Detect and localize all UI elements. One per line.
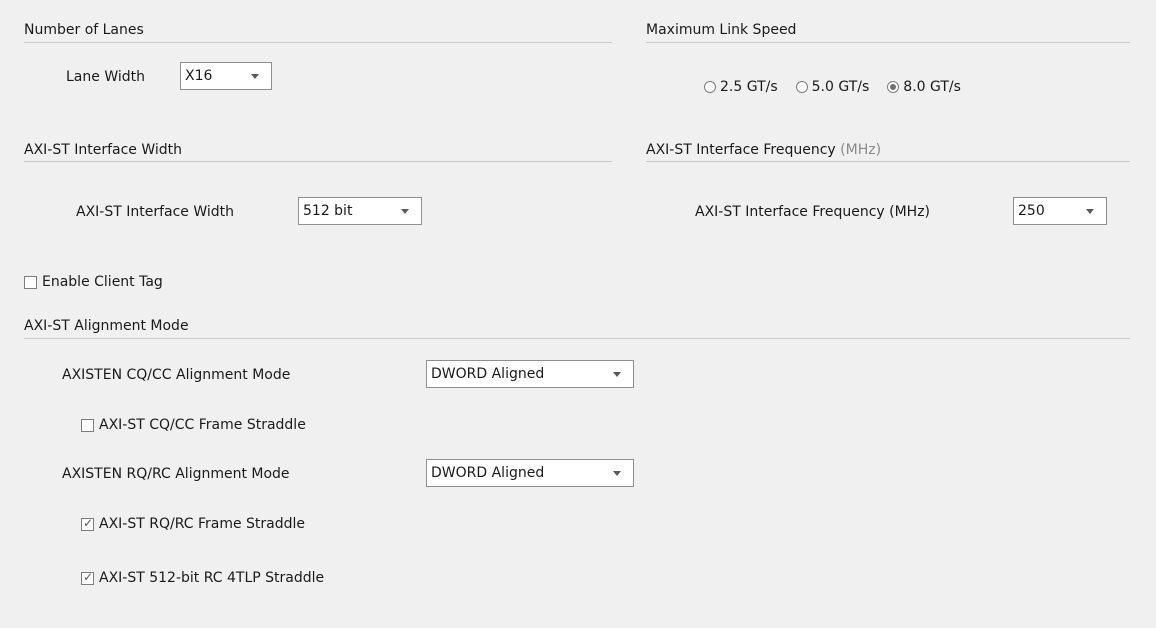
rqrc-alignment-select[interactable]: DWORD Aligned bbox=[426, 459, 634, 487]
axi-width-value: 512 bit bbox=[303, 203, 353, 219]
enable-client-tag-checkbox[interactable]: Enable Client Tag bbox=[24, 274, 163, 290]
rc-4tlp-straddle-checkbox[interactable]: AXI-ST 512-bit RC 4TLP Straddle bbox=[81, 570, 324, 586]
section-title-unit: (MHz) bbox=[840, 142, 882, 158]
rqrc-frame-straddle-checkbox[interactable]: AXI-ST RQ/RC Frame Straddle bbox=[81, 516, 305, 532]
checkbox-label: AXI-ST CQ/CC Frame Straddle bbox=[99, 417, 306, 433]
axi-frequency-label: AXI-ST Interface Frequency (MHz) bbox=[695, 204, 931, 220]
section-title-axi-frequency: AXI-ST Interface Frequency (MHz) bbox=[646, 142, 881, 158]
section-divider bbox=[24, 42, 612, 43]
radio-label: 2.5 GT/s bbox=[720, 79, 778, 95]
checkbox-label: Enable Client Tag bbox=[42, 274, 163, 290]
section-title-text: AXI-ST Interface Frequency bbox=[646, 142, 836, 158]
axi-width-label: AXI-ST Interface Width bbox=[76, 204, 235, 220]
radio-icon bbox=[704, 81, 716, 93]
lane-width-value: X16 bbox=[185, 68, 213, 84]
chevron-down-icon bbox=[401, 208, 409, 214]
axi-frequency-select[interactable]: 250 bbox=[1013, 197, 1107, 225]
checkbox-label: AXI-ST 512-bit RC 4TLP Straddle bbox=[99, 570, 325, 586]
section-divider bbox=[646, 161, 1130, 162]
section-divider bbox=[24, 338, 1130, 339]
link-speed-radio-5-0[interactable]: 5.0 GT/s bbox=[795, 79, 870, 95]
radio-icon bbox=[795, 81, 808, 93]
cqcc-alignment-select[interactable]: DWORD Aligned bbox=[426, 360, 634, 388]
checkbox-checked-icon bbox=[81, 516, 94, 531]
section-divider bbox=[646, 42, 1130, 43]
radio-label: 5.0 GT/s bbox=[811, 79, 870, 95]
section-title-number-of-lanes: Number of Lanes bbox=[24, 22, 144, 38]
cqcc-frame-straddle-checkbox[interactable]: AXI-ST CQ/CC Frame Straddle bbox=[81, 417, 306, 433]
rqrc-alignment-value: DWORD Aligned bbox=[431, 465, 545, 481]
radio-label: 8.0 GT/s bbox=[903, 79, 961, 95]
section-title-max-link-speed: Maximum Link Speed bbox=[646, 22, 797, 38]
radio-selected-icon bbox=[887, 81, 900, 93]
checkbox-icon bbox=[24, 275, 37, 289]
lane-width-label: Lane Width bbox=[66, 69, 145, 85]
section-title-alignment-mode: AXI-ST Alignment Mode bbox=[24, 318, 189, 334]
link-speed-radio-2-5[interactable]: 2.5 GT/s bbox=[704, 79, 778, 95]
section-divider bbox=[24, 161, 612, 162]
axi-width-select[interactable]: 512 bit bbox=[298, 197, 422, 225]
chevron-down-icon bbox=[1086, 208, 1094, 214]
link-speed-radio-8-0[interactable]: 8.0 GT/s bbox=[887, 79, 961, 95]
lane-width-select[interactable]: X16 bbox=[180, 62, 272, 90]
cqcc-alignment-label: AXISTEN CQ/CC Alignment Mode bbox=[62, 367, 291, 383]
checkbox-icon bbox=[81, 418, 94, 432]
rqrc-alignment-label: AXISTEN RQ/RC Alignment Mode bbox=[62, 466, 290, 482]
checkbox-checked-icon bbox=[81, 570, 94, 585]
chevron-down-icon bbox=[613, 371, 621, 377]
checkbox-label: AXI-ST RQ/RC Frame Straddle bbox=[99, 516, 306, 532]
link-speed-radio-group: 2.5 GT/s 5.0 GT/s 8.0 GT/s bbox=[704, 79, 961, 95]
cqcc-alignment-value: DWORD Aligned bbox=[431, 366, 545, 382]
chevron-down-icon bbox=[251, 73, 259, 79]
section-title-axi-width: AXI-ST Interface Width bbox=[24, 142, 183, 158]
chevron-down-icon bbox=[613, 470, 621, 476]
axi-frequency-value: 250 bbox=[1018, 203, 1045, 219]
